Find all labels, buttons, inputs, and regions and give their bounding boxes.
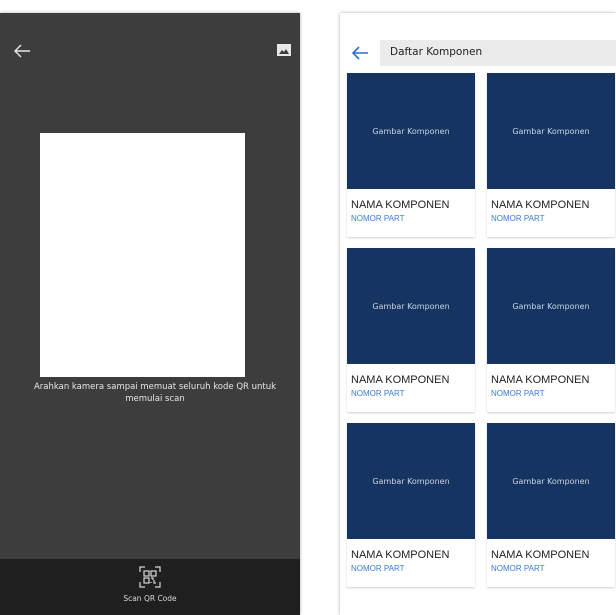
part-number: NOMOR PART <box>491 564 545 573</box>
component-card[interactable]: Gambar Komponen NAMA KOMPONEN NOMOR PART <box>487 248 615 412</box>
component-image-placeholder: Gambar Komponen <box>487 248 615 364</box>
component-name: NAMA KOMPONEN <box>491 374 590 386</box>
component-name: NAMA KOMPONEN <box>351 549 450 561</box>
image-placeholder-text: Gambar Komponen <box>372 126 450 136</box>
qr-scanner-screen: Arahkan kamera sampai memuat seluruh kod… <box>0 13 300 615</box>
component-card[interactable]: Gambar Komponen NAMA KOMPONEN NOMOR PART <box>347 248 475 412</box>
page-title: Daftar Komponen <box>390 46 483 58</box>
image-placeholder-text: Gambar Komponen <box>372 301 450 311</box>
component-image-placeholder: Gambar Komponen <box>487 423 615 539</box>
part-number: NOMOR PART <box>351 214 405 223</box>
component-name: NAMA KOMPONEN <box>491 549 590 561</box>
title-search-bar[interactable]: Daftar Komponen <box>380 40 616 66</box>
back-arrow-icon[interactable] <box>348 41 372 65</box>
image-placeholder-text: Gambar Komponen <box>372 476 450 486</box>
part-number: NOMOR PART <box>491 214 545 223</box>
part-number: NOMOR PART <box>491 389 545 398</box>
component-card[interactable]: Gambar Komponen NAMA KOMPONEN NOMOR PART <box>347 423 475 587</box>
qr-code-icon <box>139 566 161 588</box>
part-number: NOMOR PART <box>351 564 405 573</box>
back-arrow-icon[interactable] <box>10 39 34 63</box>
image-placeholder-text: Gambar Komponen <box>512 126 590 136</box>
part-number: NOMOR PART <box>351 389 405 398</box>
component-image-placeholder: Gambar Komponen <box>487 73 615 189</box>
component-card[interactable]: Gambar Komponen NAMA KOMPONEN NOMOR PART <box>347 73 475 237</box>
component-name: NAMA KOMPONEN <box>491 199 590 211</box>
app-header: Daftar Komponen <box>340 35 616 71</box>
component-image-placeholder: Gambar Komponen <box>347 73 475 189</box>
scan-instruction-text: Arahkan kamera sampai memuat seluruh kod… <box>33 382 277 404</box>
component-image-placeholder: Gambar Komponen <box>347 248 475 364</box>
scan-qr-code-label: Scan QR Code <box>123 594 177 603</box>
gallery-image-icon[interactable] <box>276 42 292 58</box>
scan-qr-code-button[interactable]: Scan QR Code <box>110 563 190 613</box>
scanner-bottom-bar: Scan QR Code <box>0 559 300 615</box>
component-list-screen: Daftar Komponen Gambar Komponen NAMA KOM… <box>340 13 616 615</box>
component-name: NAMA KOMPONEN <box>351 199 450 211</box>
image-placeholder-text: Gambar Komponen <box>512 301 590 311</box>
image-placeholder-text: Gambar Komponen <box>512 476 590 486</box>
component-card[interactable]: Gambar Komponen NAMA KOMPONEN NOMOR PART <box>487 73 615 237</box>
component-name: NAMA KOMPONEN <box>351 374 450 386</box>
component-image-placeholder: Gambar Komponen <box>347 423 475 539</box>
component-card[interactable]: Gambar Komponen NAMA KOMPONEN NOMOR PART <box>487 423 615 587</box>
camera-viewfinder <box>40 133 245 377</box>
